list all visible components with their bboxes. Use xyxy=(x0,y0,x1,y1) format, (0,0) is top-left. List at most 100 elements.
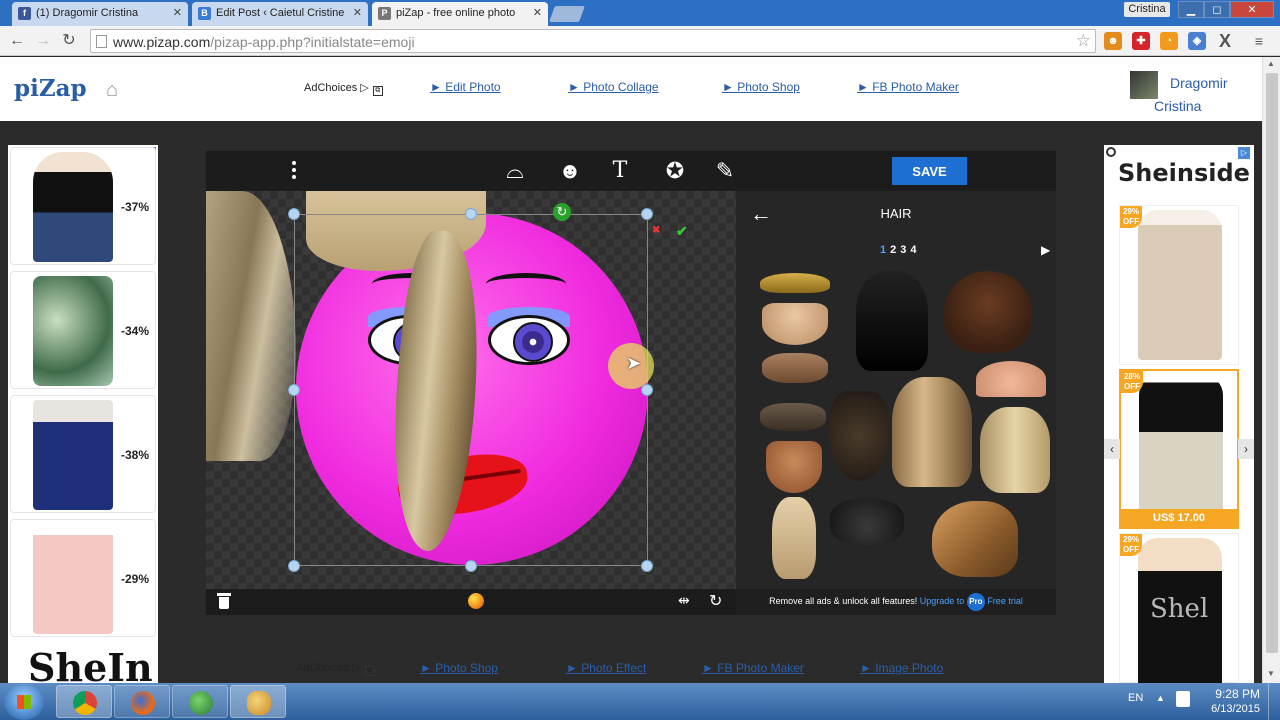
paint-brush-icon[interactable]: ✎ xyxy=(711,159,739,183)
page-2[interactable]: 2 xyxy=(890,244,896,256)
rotate-handle-icon[interactable]: ↻ xyxy=(553,203,571,221)
free-trial-link[interactable]: Free trial xyxy=(987,596,1023,606)
tab-pizap[interactable]: P piZap - free online photo ✕ xyxy=(372,2,548,26)
rss-icon[interactable]: ◔ xyxy=(1160,32,1178,50)
redo-icon[interactable]: ↻ xyxy=(709,591,722,611)
back-arrow-icon[interactable]: ← xyxy=(6,30,28,52)
ad-product[interactable]: 28% OFF US$ 17.00 xyxy=(1119,369,1239,529)
hair-item-bob-blonde[interactable] xyxy=(980,407,1050,493)
hair-item-side-swept[interactable] xyxy=(932,501,1018,577)
close-tab-icon[interactable]: ✕ xyxy=(173,2,182,24)
link-photo-collage[interactable]: ► Photo Collage xyxy=(568,80,659,94)
scrollbar-thumb[interactable] xyxy=(1266,73,1278,653)
carousel-next-icon[interactable]: › xyxy=(1238,439,1254,459)
language-indicator[interactable]: EN xyxy=(1128,692,1143,704)
extension-x-icon[interactable]: X xyxy=(1216,32,1234,50)
link-photo-shop[interactable]: ► Photo Shop xyxy=(722,80,800,94)
taskbar-chrome[interactable] xyxy=(56,685,112,718)
selection-box[interactable]: ↻ xyxy=(288,203,653,572)
link-photo-shop-bottom[interactable]: ► Photo Shop xyxy=(420,661,498,675)
ad-info-icon[interactable]: ▷ xyxy=(1238,147,1250,159)
bookmark-star-icon[interactable]: ☆ xyxy=(1076,31,1091,51)
trash-icon[interactable] xyxy=(217,593,231,609)
hair-item-beard-red[interactable] xyxy=(766,441,822,493)
ad-product[interactable]: 29% OFF xyxy=(1119,205,1239,365)
user-first-name[interactable]: Dragomir xyxy=(1170,75,1228,91)
resize-handle[interactable] xyxy=(465,560,477,572)
minimize-button[interactable]: ▁ xyxy=(1178,1,1204,18)
next-page-icon[interactable]: ▶ xyxy=(1041,243,1050,257)
ad-product[interactable]: -37% xyxy=(10,147,156,265)
editor-canvas[interactable]: ↻ ✖ ✔ ➤ xyxy=(206,191,736,589)
address-bar[interactable]: www.pizap.com/pizap-app.php?initialstate… xyxy=(90,29,1096,53)
link-edit-photo[interactable]: ► Edit Photo xyxy=(430,80,501,94)
hair-item-afro[interactable] xyxy=(944,271,1032,353)
hair-item-goatee[interactable] xyxy=(762,303,828,345)
user-last-name[interactable]: Cristina xyxy=(1154,98,1201,114)
resize-handle[interactable] xyxy=(641,384,653,396)
ad-product[interactable]: -38% xyxy=(10,395,156,513)
show-desktop-button[interactable] xyxy=(1268,683,1280,720)
extension-plus-icon[interactable]: ✚ xyxy=(1132,32,1150,50)
right-ad-banner[interactable]: ▷ Sheinside 29% OFF 28% OFF US$ 17.00 29% O… xyxy=(1104,145,1254,688)
resize-handle[interactable] xyxy=(641,208,653,220)
sheinside-logo[interactable]: Sheinside xyxy=(1118,159,1250,187)
hair-overlay-left[interactable] xyxy=(206,191,296,461)
hair-item-mustache[interactable] xyxy=(760,273,830,293)
taskbar-globe[interactable] xyxy=(172,685,228,718)
resize-handle[interactable] xyxy=(288,560,300,572)
forward-arrow-icon[interactable]: → xyxy=(32,30,54,52)
page-4[interactable]: 4 xyxy=(910,244,916,256)
page-1[interactable]: 1 xyxy=(880,244,886,256)
new-tab-button[interactable] xyxy=(549,6,585,22)
hair-item-long-blonde[interactable] xyxy=(892,377,972,487)
resize-handle[interactable] xyxy=(288,384,300,396)
color-picker-icon[interactable] xyxy=(468,593,484,609)
pizap-logo[interactable]: piZap xyxy=(14,75,87,102)
home-icon[interactable]: ⌂ xyxy=(106,79,118,102)
cancel-x-icon[interactable]: ✖ xyxy=(652,225,660,236)
upgrade-promo[interactable]: Remove all ads & unlock all features! Up… xyxy=(736,593,1056,611)
close-tab-icon[interactable]: ✕ xyxy=(533,2,542,24)
carousel-prev-icon[interactable]: ‹ xyxy=(1104,439,1120,459)
start-button[interactable] xyxy=(4,684,44,720)
tab-facebook[interactable]: f (1) Dragomir Cristina ✕ xyxy=(12,2,188,26)
link-photo-effect[interactable]: ► Photo Effect xyxy=(566,661,646,675)
ad-product[interactable]: -29% xyxy=(10,519,156,637)
chrome-menu-icon[interactable]: ≡ xyxy=(1250,32,1268,50)
menu-dots-icon[interactable] xyxy=(290,161,298,181)
hair-item-mustache-dark[interactable] xyxy=(760,403,826,431)
link-fb-photo-maker[interactable]: ► FB Photo Maker xyxy=(857,80,959,94)
link-fb-photo-maker-bottom[interactable]: ► FB Photo Maker xyxy=(702,661,804,675)
resize-handle[interactable] xyxy=(465,208,477,220)
taskbar-paint[interactable] xyxy=(230,685,286,718)
tray-device-icon[interactable] xyxy=(1176,691,1190,707)
adchoices-label[interactable]: AdChoices ▷ ⧉ xyxy=(304,81,383,96)
page-scrollbar[interactable]: ▲ ▼ xyxy=(1262,57,1280,683)
pro-badge[interactable]: Pro xyxy=(966,593,985,611)
adchoices-label[interactable]: AdChoices ▷ ⧉ xyxy=(296,661,375,676)
flip-icon[interactable]: ⇹ xyxy=(678,592,690,609)
extension-notifier-icon[interactable]: ☻ xyxy=(1104,32,1122,50)
ad-product[interactable]: -34% xyxy=(10,271,156,389)
reload-icon[interactable]: ↻ xyxy=(58,30,80,52)
clock-date[interactable]: 6/13/2015 xyxy=(1196,703,1260,715)
hair-item-long-beard[interactable] xyxy=(772,497,816,579)
resize-handle[interactable] xyxy=(641,560,653,572)
scroll-down-icon[interactable]: ▼ xyxy=(1267,669,1275,678)
sticker-icon[interactable]: ✪ xyxy=(661,159,689,183)
hair-item-full-beard[interactable] xyxy=(830,391,888,481)
link-image-photo[interactable]: ► Image Photo xyxy=(860,661,943,675)
hair-icon[interactable]: ⌓ xyxy=(501,159,529,183)
avatar[interactable] xyxy=(1130,71,1158,99)
hair-item-bald[interactable] xyxy=(976,361,1046,397)
extension-puzzle-icon[interactable]: ◈ xyxy=(1188,32,1206,50)
clock-time[interactable]: 9:28 PM xyxy=(1200,687,1260,701)
maximize-button[interactable]: ◻ xyxy=(1204,1,1230,18)
text-icon[interactable]: T xyxy=(606,159,634,183)
taskbar-firefox[interactable] xyxy=(114,685,170,718)
window-user-badge[interactable]: Cristina xyxy=(1124,2,1170,17)
tab-edit-post[interactable]: B Edit Post ‹ Caietul Cristine ✕ xyxy=(192,2,368,26)
left-ad-banner[interactable]: ▷ ✕ -37% -34% -38% -29% SheIn xyxy=(8,145,158,690)
promo-upgrade[interactable]: Upgrade to xyxy=(920,596,965,606)
